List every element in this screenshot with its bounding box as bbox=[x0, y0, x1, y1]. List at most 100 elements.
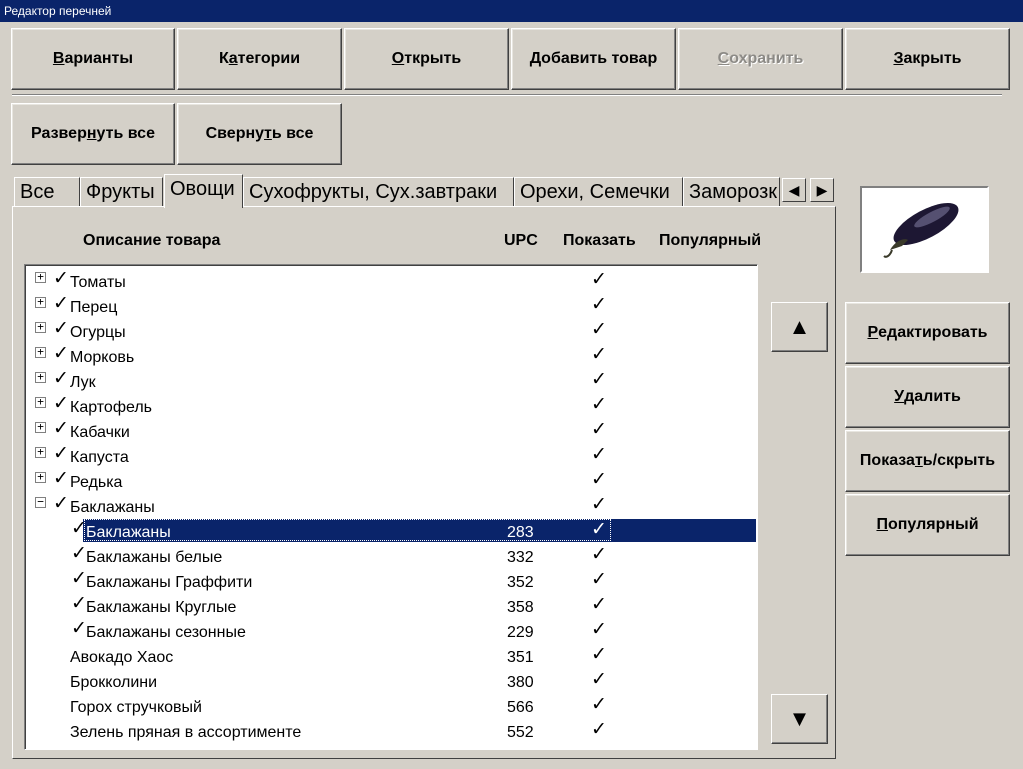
expand-icon[interactable]: + bbox=[35, 271, 46, 283]
product-upc: 332 bbox=[507, 549, 534, 566]
tab-fruits[interactable]: Фрукты bbox=[80, 177, 163, 207]
expand-icon[interactable]: + bbox=[35, 296, 46, 308]
show-check-icon[interactable]: ✓ bbox=[591, 318, 607, 341]
scroll-down-button[interactable]: ▼ bbox=[771, 694, 828, 744]
expand-icon[interactable]: + bbox=[35, 446, 46, 458]
open-label-post: ткрыть bbox=[404, 50, 462, 67]
close-button[interactable]: Закрыть bbox=[845, 28, 1010, 90]
show-hide-button[interactable]: Показа т ь/скрыть bbox=[845, 430, 1010, 492]
show-check-icon[interactable]: ✓ bbox=[591, 568, 607, 591]
delete-label-post: далить bbox=[904, 388, 961, 405]
expand-icon[interactable]: + bbox=[35, 321, 46, 333]
eggplant-image bbox=[883, 203, 959, 258]
show-check-icon[interactable]: ✓ bbox=[591, 718, 607, 741]
check-icon[interactable]: ✓ bbox=[53, 392, 69, 415]
tree-row[interactable]: + ✓ Огурцы ✓ bbox=[25, 317, 757, 344]
product-name: Брокколини bbox=[70, 674, 158, 691]
check-icon[interactable]: ✓ bbox=[53, 367, 69, 390]
tree-child-row[interactable]: ✓ Баклажаны Круглые 358 ✓ bbox=[25, 592, 757, 619]
tree-row[interactable]: + ✓ Капуста ✓ bbox=[25, 442, 757, 469]
show-check-icon[interactable]: ✓ bbox=[591, 443, 607, 466]
tree-row[interactable]: + ✓ Перец ✓ bbox=[25, 292, 757, 319]
check-icon[interactable]: ✓ bbox=[53, 342, 69, 365]
check-icon[interactable]: ✓ bbox=[71, 592, 87, 615]
edit-button[interactable]: Редактировать bbox=[845, 302, 1010, 364]
tree-row[interactable]: Горох стручковый 566 ✓ bbox=[25, 694, 757, 719]
product-upc: 552 bbox=[507, 724, 534, 741]
delete-button[interactable]: Удалить bbox=[845, 366, 1010, 428]
check-icon[interactable]: ✓ bbox=[71, 567, 87, 590]
tree-row[interactable]: Зелень пряная в ассортименте 552 ✓ bbox=[25, 719, 757, 744]
save-button[interactable]: Сохранить bbox=[678, 28, 843, 90]
tree-row[interactable]: + ✓ Редька ✓ bbox=[25, 467, 757, 494]
show-check-icon[interactable]: ✓ bbox=[591, 518, 607, 541]
check-icon[interactable]: ✓ bbox=[71, 542, 87, 565]
product-name: Баклажаны bbox=[86, 524, 171, 541]
expand-icon[interactable]: + bbox=[35, 371, 46, 383]
show-check-icon[interactable]: ✓ bbox=[591, 618, 607, 641]
show-check-icon[interactable]: ✓ bbox=[591, 468, 607, 491]
expand-icon[interactable]: + bbox=[35, 471, 46, 483]
popular-button[interactable]: Популярный bbox=[845, 494, 1010, 556]
show-check-icon[interactable]: ✓ bbox=[591, 643, 607, 666]
show-check-icon[interactable]: ✓ bbox=[591, 668, 607, 691]
product-name: Баклажаны Круглые bbox=[86, 599, 237, 616]
tree-row[interactable]: + ✓ Лук ✓ bbox=[25, 367, 757, 394]
tree-row[interactable]: Авокадо Хаос 351 ✓ bbox=[25, 644, 757, 669]
product-upc: 352 bbox=[507, 574, 534, 591]
expand-icon[interactable]: + bbox=[35, 346, 46, 358]
show-check-icon[interactable]: ✓ bbox=[591, 293, 607, 316]
check-icon[interactable]: ✓ bbox=[53, 292, 69, 315]
tree-child-row[interactable]: ✓ Баклажаны 283 ✓ bbox=[25, 517, 757, 544]
tab-all[interactable]: Все bbox=[14, 177, 80, 207]
tab-scroll-right-icon[interactable]: ▶ bbox=[810, 178, 834, 202]
open-button[interactable]: Открыть bbox=[344, 28, 509, 90]
product-name: Морковь bbox=[70, 349, 135, 366]
collapse-icon[interactable]: − bbox=[35, 496, 46, 508]
product-tree-list[interactable]: + ✓ Томаты ✓ + ✓ Перец ✓ + ✓ Огурцы ✓ + ✓ Морковь ✓ + ✓ Лу… bbox=[24, 264, 758, 750]
check-icon[interactable]: ✓ bbox=[53, 417, 69, 440]
tab-nuts-seeds[interactable]: Орехи, Семечки bbox=[514, 177, 683, 207]
show-check-icon[interactable]: ✓ bbox=[591, 368, 607, 391]
show-check-icon[interactable]: ✓ bbox=[591, 393, 607, 416]
categories-button[interactable]: Ка тегории bbox=[177, 28, 342, 90]
tree-row[interactable]: + ✓ Картофель ✓ bbox=[25, 392, 757, 419]
check-icon[interactable]: ✓ bbox=[71, 617, 87, 640]
check-icon[interactable]: ✓ bbox=[53, 267, 69, 290]
add-product-button[interactable]: Добавить товар bbox=[511, 28, 676, 90]
tree-row[interactable]: Брокколини 380 ✓ bbox=[25, 669, 757, 694]
check-icon[interactable]: ✓ bbox=[53, 467, 69, 490]
tree-child-row[interactable]: ✓ Баклажаны Граффити 352 ✓ bbox=[25, 567, 757, 594]
check-icon[interactable]: ✓ bbox=[53, 442, 69, 465]
tab-vegetables[interactable]: Овощи bbox=[164, 174, 243, 208]
expand-icon[interactable]: + bbox=[35, 421, 46, 433]
tab-dried-fruits-cereals[interactable]: Сухофрукты, Сух.завтраки bbox=[243, 177, 514, 207]
show-check-icon[interactable]: ✓ bbox=[591, 493, 607, 516]
product-upc: 351 bbox=[507, 649, 534, 666]
variants-button[interactable]: Варианты bbox=[11, 28, 175, 90]
collapse-all-button[interactable]: Сверну т ь все bbox=[177, 103, 342, 165]
check-icon[interactable]: ✓ bbox=[53, 492, 69, 515]
show-check-icon[interactable]: ✓ bbox=[591, 343, 607, 366]
tab-scroll-left-icon[interactable]: ◀ bbox=[782, 178, 806, 202]
tree-row[interactable]: + ✓ Морковь ✓ bbox=[25, 342, 757, 369]
show-check-icon[interactable]: ✓ bbox=[591, 268, 607, 291]
expand-all-button[interactable]: Развер н уть все bbox=[11, 103, 175, 165]
show-check-icon[interactable]: ✓ bbox=[591, 693, 607, 716]
tree-row[interactable]: + ✓ Кабачки ✓ bbox=[25, 417, 757, 444]
tree-child-row[interactable]: ✓ Баклажаны белые 332 ✓ bbox=[25, 542, 757, 569]
tree-child-row[interactable]: ✓ Баклажаны сезонные 229 ✓ bbox=[25, 617, 757, 644]
popular-label-accel: П bbox=[876, 516, 888, 533]
tab-frozen[interactable]: Заморозк bbox=[683, 177, 780, 207]
check-icon[interactable]: ✓ bbox=[71, 517, 87, 540]
scroll-up-button[interactable]: ▲ bbox=[771, 302, 828, 352]
show-check-icon[interactable]: ✓ bbox=[591, 593, 607, 616]
product-upc: 566 bbox=[507, 699, 534, 716]
expand-icon[interactable]: + bbox=[35, 396, 46, 408]
show-check-icon[interactable]: ✓ bbox=[591, 418, 607, 441]
show-check-icon[interactable]: ✓ bbox=[591, 543, 607, 566]
tree-row[interactable]: − ✓ Баклажаны ✓ bbox=[25, 492, 757, 519]
product-name: Баклажаны белые bbox=[86, 549, 223, 566]
tree-row[interactable]: + ✓ Томаты ✓ bbox=[25, 267, 757, 294]
check-icon[interactable]: ✓ bbox=[53, 317, 69, 340]
